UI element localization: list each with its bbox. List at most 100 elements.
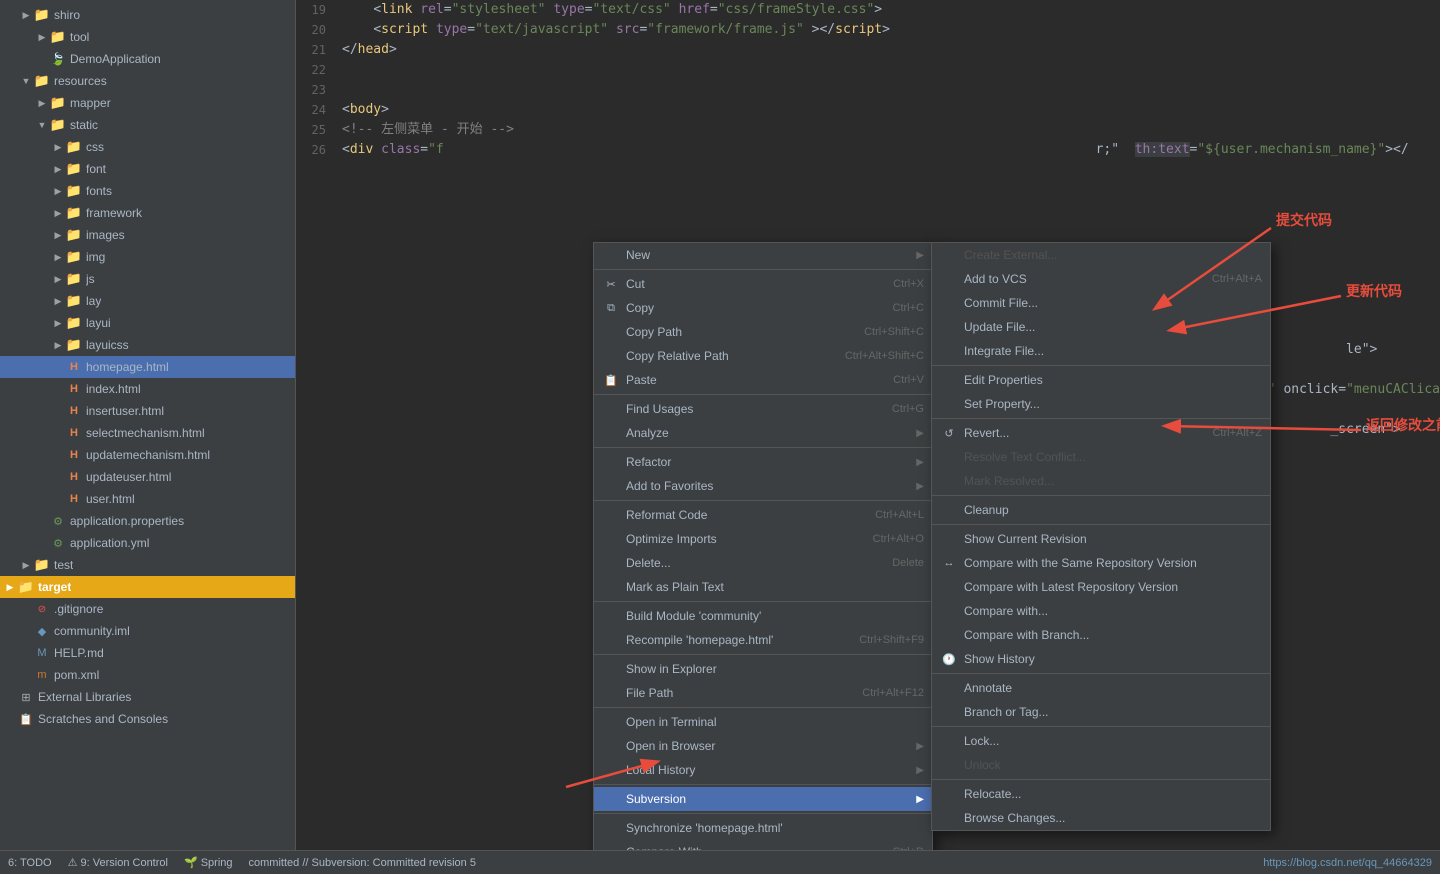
menu-item-browsechanges[interactable]: Browse Changes...: [932, 806, 1270, 830]
menu-item-delete[interactable]: Delete... Delete: [594, 551, 932, 575]
menu-item-updatefile[interactable]: Update File...: [932, 315, 1270, 339]
openinterminal-icon: [602, 713, 620, 731]
tree-item-layui[interactable]: ▶ 📁 layui: [0, 312, 295, 334]
menu-item-branchortag[interactable]: Branch or Tag...: [932, 700, 1270, 724]
menu-item-comparelatestversion[interactable]: Compare with Latest Repository Version: [932, 575, 1270, 599]
menu-item-markplain[interactable]: Mark as Plain Text: [594, 575, 932, 599]
menu-item-refactor[interactable]: Refactor ▶: [594, 450, 932, 474]
line-content-23: [336, 80, 1440, 100]
menu-item-comparesameversion[interactable]: ↔ Compare with the Same Repository Versi…: [932, 551, 1270, 575]
delete-shortcut: Delete: [892, 557, 924, 569]
tree-item-test[interactable]: ▶ 📁 test: [0, 554, 295, 576]
tree-item-appyml[interactable]: ▶ ⚙ application.yml: [0, 532, 295, 554]
menu-item-showcurrentrev[interactable]: Show Current Revision: [932, 527, 1270, 551]
tree-item-mapper[interactable]: ▶ 📁 mapper: [0, 92, 295, 114]
menu-item-showhistory[interactable]: 🕐 Show History: [932, 647, 1270, 671]
tree-item-updatemechanism[interactable]: ▶ H updatemechanism.html: [0, 444, 295, 466]
tree-item-target[interactable]: ▶ 📁 target: [0, 576, 295, 598]
tree-item-userhtml[interactable]: ▶ H user.html: [0, 488, 295, 510]
menu-item-annotate[interactable]: Annotate: [932, 676, 1270, 700]
menu-item-copy[interactable]: ⧉ Copy Ctrl+C: [594, 296, 932, 320]
menu-item-createext[interactable]: Create External...: [932, 243, 1270, 267]
tree-item-scratches[interactable]: ▶ 📋 Scratches and Consoles: [0, 708, 295, 730]
tree-item-fonts[interactable]: ▶ 📁 fonts: [0, 180, 295, 202]
menu-item-copypath[interactable]: Copy Path Ctrl+Shift+C: [594, 320, 932, 344]
menu-item-comparewith[interactable]: ↔ Compare With... Ctrl+D: [594, 840, 932, 850]
menu-item-markresolved[interactable]: Mark Resolved...: [932, 469, 1270, 493]
tree-item-js[interactable]: ▶ 📁 js: [0, 268, 295, 290]
tree-item-img[interactable]: ▶ 📁 img: [0, 246, 295, 268]
tree-item-static[interactable]: ▼ 📁 static: [0, 114, 295, 136]
tree-item-selectmechanism[interactable]: ▶ H selectmechanism.html: [0, 422, 295, 444]
status-todo[interactable]: 6: TODO: [8, 857, 52, 869]
tree-item-layuicss[interactable]: ▶ 📁 layuicss: [0, 334, 295, 356]
tree-item-homepage[interactable]: ▶ H homepage.html: [0, 356, 295, 378]
menu-item-analyze[interactable]: Analyze ▶: [594, 421, 932, 445]
menu-item-integratefile[interactable]: Integrate File...: [932, 339, 1270, 363]
tree-item-insertuser[interactable]: ▶ H insertuser.html: [0, 400, 295, 422]
label-appprops: application.properties: [70, 514, 184, 528]
menu-item-openinbrowser[interactable]: Open in Browser ▶: [594, 734, 932, 758]
menu-label-setproperty: Set Property...: [964, 397, 1262, 411]
menu-item-editprops[interactable]: Edit Properties: [932, 368, 1270, 392]
arrow-tool: ▶: [36, 31, 48, 43]
tree-item-index[interactable]: ▶ H index.html: [0, 378, 295, 400]
menu-item-commitfile[interactable]: Commit File...: [932, 291, 1270, 315]
menu-item-lock[interactable]: Lock...: [932, 729, 1270, 753]
tree-item-gitignore[interactable]: ▶ ⊘ .gitignore: [0, 598, 295, 620]
menu-label-editprops: Edit Properties: [964, 373, 1262, 387]
menu-item-new[interactable]: New ▶: [594, 243, 932, 267]
status-versioncontrol[interactable]: ⚠ 9: Version Control: [68, 856, 168, 869]
menu-item-resolveconflict[interactable]: Resolve Text Conflict...: [932, 445, 1270, 469]
menu-item-subversion[interactable]: Subversion ▶: [594, 787, 932, 811]
menu-item-addtovcs[interactable]: Add to VCS Ctrl+Alt+A: [932, 267, 1270, 291]
status-commit-label: committed // Subversion: Committed revis…: [249, 857, 476, 869]
tree-item-framework[interactable]: ▶ 📁 framework: [0, 202, 295, 224]
line-num-26: 26: [296, 140, 336, 160]
tree-item-helpmd[interactable]: ▶ M HELP.md: [0, 642, 295, 664]
menu-item-reformatcode[interactable]: Reformat Code Ctrl+Alt+L: [594, 503, 932, 527]
line-num-24: 24: [296, 100, 336, 120]
menu-item-openinterminal[interactable]: Open in Terminal: [594, 710, 932, 734]
tree-item-lay[interactable]: ▶ 📁 lay: [0, 290, 295, 312]
tree-item-images[interactable]: ▶ 📁 images: [0, 224, 295, 246]
tree-item-resources[interactable]: ▼ 📁 resources: [0, 70, 295, 92]
file-icon-scratches: 📋: [18, 711, 34, 727]
status-url[interactable]: https://blog.csdn.net/qq_44664329: [1263, 857, 1432, 869]
line-content-20: <script type="text/javascript" src="fram…: [336, 20, 1440, 40]
tree-item-shiro[interactable]: ▶ 📁 shiro: [0, 4, 295, 26]
menu-item-comparebranch[interactable]: Compare with Branch...: [932, 623, 1270, 647]
tree-item-pomxml[interactable]: ▶ m pom.xml: [0, 664, 295, 686]
menu-item-paste[interactable]: 📋 Paste Ctrl+V: [594, 368, 932, 392]
tree-item-extlibs[interactable]: ▶ ⊞ External Libraries: [0, 686, 295, 708]
label-images: images: [86, 228, 125, 242]
menu-item-setproperty[interactable]: Set Property...: [932, 392, 1270, 416]
menu-item-recompile[interactable]: Recompile 'homepage.html' Ctrl+Shift+F9: [594, 628, 932, 652]
tree-item-tool[interactable]: ▶ 📁 tool: [0, 26, 295, 48]
menu-item-synchronize[interactable]: Synchronize 'homepage.html': [594, 816, 932, 840]
menu-item-addtofavs[interactable]: Add to Favorites ▶: [594, 474, 932, 498]
menu-item-relocate[interactable]: Relocate...: [932, 782, 1270, 806]
menu-item-revert[interactable]: ↺ Revert... Ctrl+Alt+Z: [932, 421, 1270, 445]
folder-icon-shiro: 📁: [34, 7, 50, 23]
menu-item-localhistory[interactable]: Local History ▶: [594, 758, 932, 782]
menu-item-copyrelpath[interactable]: Copy Relative Path Ctrl+Alt+Shift+C: [594, 344, 932, 368]
status-spring[interactable]: 🌱 Spring: [184, 856, 233, 869]
tree-item-css[interactable]: ▶ 📁 css: [0, 136, 295, 158]
menu-item-comparewithsvn[interactable]: Compare with...: [932, 599, 1270, 623]
tree-item-updateuser[interactable]: ▶ H updateuser.html: [0, 466, 295, 488]
menu-item-cleanup[interactable]: Cleanup: [932, 498, 1270, 522]
tree-item-iml[interactable]: ▶ ◆ community.iml: [0, 620, 295, 642]
menu-item-buildmodule[interactable]: Build Module 'community': [594, 604, 932, 628]
label-insertuser: insertuser.html: [86, 404, 164, 418]
tree-item-appprops[interactable]: ▶ ⚙ application.properties: [0, 510, 295, 532]
menu-item-filepath[interactable]: File Path Ctrl+Alt+F12: [594, 681, 932, 705]
tree-item-demo[interactable]: ▶ 🍃 DemoApplication: [0, 48, 295, 70]
menu-item-showinexplorer[interactable]: Show in Explorer: [594, 657, 932, 681]
code-line-24: 24 <body>: [296, 100, 1440, 120]
tree-item-font[interactable]: ▶ 📁 font: [0, 158, 295, 180]
menu-item-cut[interactable]: ✂ Cut Ctrl+X: [594, 272, 932, 296]
menu-item-findusages[interactable]: Find Usages Ctrl+G: [594, 397, 932, 421]
menu-item-unlock[interactable]: Unlock: [932, 753, 1270, 777]
menu-item-optimizeimports[interactable]: Optimize Imports Ctrl+Alt+O: [594, 527, 932, 551]
